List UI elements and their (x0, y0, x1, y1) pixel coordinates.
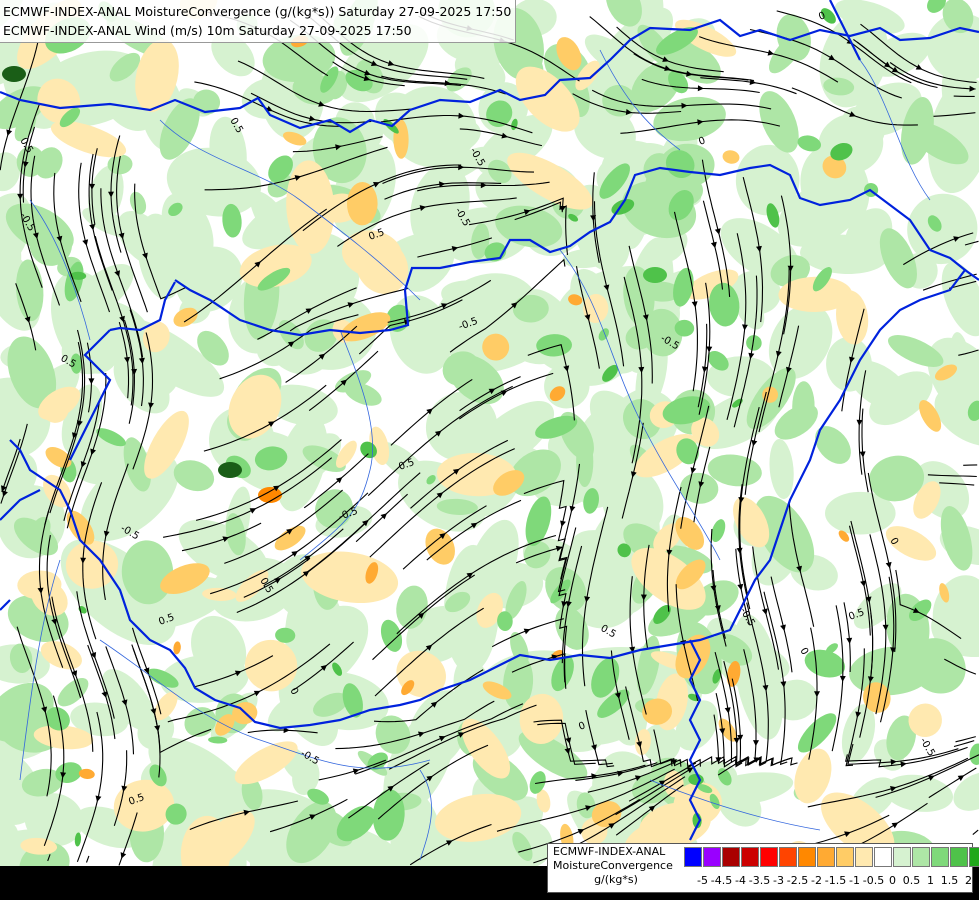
legend-swatch (703, 847, 721, 867)
wind-arrowhead (839, 675, 846, 682)
wind-arrowhead (860, 580, 866, 587)
wind-arrowhead (690, 467, 697, 474)
wind-arrowhead (859, 451, 866, 458)
legend-swatch (931, 847, 949, 867)
legend-variable: MoistureConvergence (553, 859, 673, 872)
legend-swatches (684, 847, 979, 867)
legend-tick-label: -2 (811, 874, 822, 887)
wind-streamline (85, 855, 90, 863)
wind-arrowhead (95, 795, 102, 802)
legend-swatch (855, 847, 873, 867)
legend-swatch (722, 847, 740, 867)
map-header: ECMWF-INDEX-ANAL MoistureConvergence (g/… (0, 0, 517, 43)
convergence-patch (576, 436, 594, 488)
wind-arrowhead (957, 775, 965, 781)
wind-arrowhead (569, 505, 576, 513)
wind-arrowhead (753, 740, 759, 747)
legend-tick-label: 2 (965, 874, 972, 887)
wind-arrowhead (691, 301, 698, 308)
legend-swatch (798, 847, 816, 867)
convergence-patch (173, 460, 215, 492)
legend-tick-label: 0.5 (902, 874, 921, 887)
legend-unit: g/(kg*s) (594, 873, 638, 886)
moisture-convergence-map: -0.50.50-0.50.50-0.50.5-0.50.5-0.50.5-0.… (0, 0, 979, 900)
legend-tick-label: -5 (697, 874, 708, 887)
header-line-wind: ECMWF-INDEX-ANAL Wind (m/s) 10m Saturday… (3, 23, 412, 38)
legend-swatch (741, 847, 759, 867)
legend-tick-label: 1 (927, 874, 934, 887)
convergence-cell (2, 66, 26, 82)
wind-streamline (972, 829, 979, 836)
convergence-patch (769, 438, 794, 500)
wind-arrowhead (885, 561, 892, 569)
wind-arrowhead (751, 439, 758, 447)
legend-swatch (893, 847, 911, 867)
legend-swatch (817, 847, 835, 867)
legend-ticks: -5 -4.5 -4 -3.5 -3 -2.5 -2 -1.5 -1 -0.5 0 0.5 1 1.5 2 (684, 874, 974, 888)
legend-tick-label: 0 (889, 874, 896, 887)
wind-arrowhead (724, 707, 731, 714)
legend-swatch (760, 847, 778, 867)
wind-arrowhead (710, 241, 717, 249)
legend-swatch (684, 847, 702, 867)
wind-arrowhead (891, 822, 899, 829)
legend-tick-label: -4 (735, 874, 746, 887)
convergence-patch (722, 150, 740, 164)
legend-tick-label: -1.5 (824, 874, 847, 887)
wind-arrowhead (88, 378, 95, 385)
wind-arrowhead (82, 239, 89, 246)
convergence-patch (274, 525, 306, 551)
legend-model: ECMWF-INDEX-ANAL (553, 845, 666, 858)
legend-tick-label: -1 (849, 874, 860, 887)
legend-swatch (836, 847, 854, 867)
wind-arrowhead (846, 637, 853, 644)
header-line-moisture: ECMWF-INDEX-ANAL MoistureConvergence (g/… (3, 4, 512, 19)
wind-arrowhead (6, 129, 13, 136)
wind-arrowhead (697, 85, 704, 92)
wind-arrowhead (89, 224, 96, 231)
convergence-cell (643, 267, 667, 283)
wind-streamline (861, 408, 869, 493)
wind-arrowhead (714, 228, 721, 235)
convergence-patch (969, 743, 979, 765)
legend-swatch (874, 847, 892, 867)
convergence-patch (173, 641, 181, 655)
wind-arrowhead (761, 608, 768, 615)
legend-swatch (779, 847, 797, 867)
wind-arrowhead (736, 547, 743, 554)
wind-arrowhead (742, 324, 748, 331)
legend-tick-label: 1.5 (940, 874, 959, 887)
legend-title: ECMWF-INDEX-ANAL MoistureConvergence g/(… (548, 845, 684, 887)
legend-swatch (950, 847, 968, 867)
legend-tick-label: -3.5 (748, 874, 771, 887)
legend-swatch (912, 847, 930, 867)
legend-tick-label: -4.5 (710, 874, 733, 887)
convergence-cell (218, 462, 242, 478)
legend-tick-label: -3 (773, 874, 784, 887)
wind-arrowhead (780, 624, 786, 631)
legend-tick-label: -0.5 (862, 874, 885, 887)
legend-tick-label: -2.5 (786, 874, 809, 887)
convergence-patch (941, 262, 979, 337)
color-legend: ECMWF-INDEX-ANAL MoistureConvergence g/(… (547, 843, 979, 893)
legend-swatch (969, 847, 979, 867)
wind-arrowhead (560, 520, 566, 527)
